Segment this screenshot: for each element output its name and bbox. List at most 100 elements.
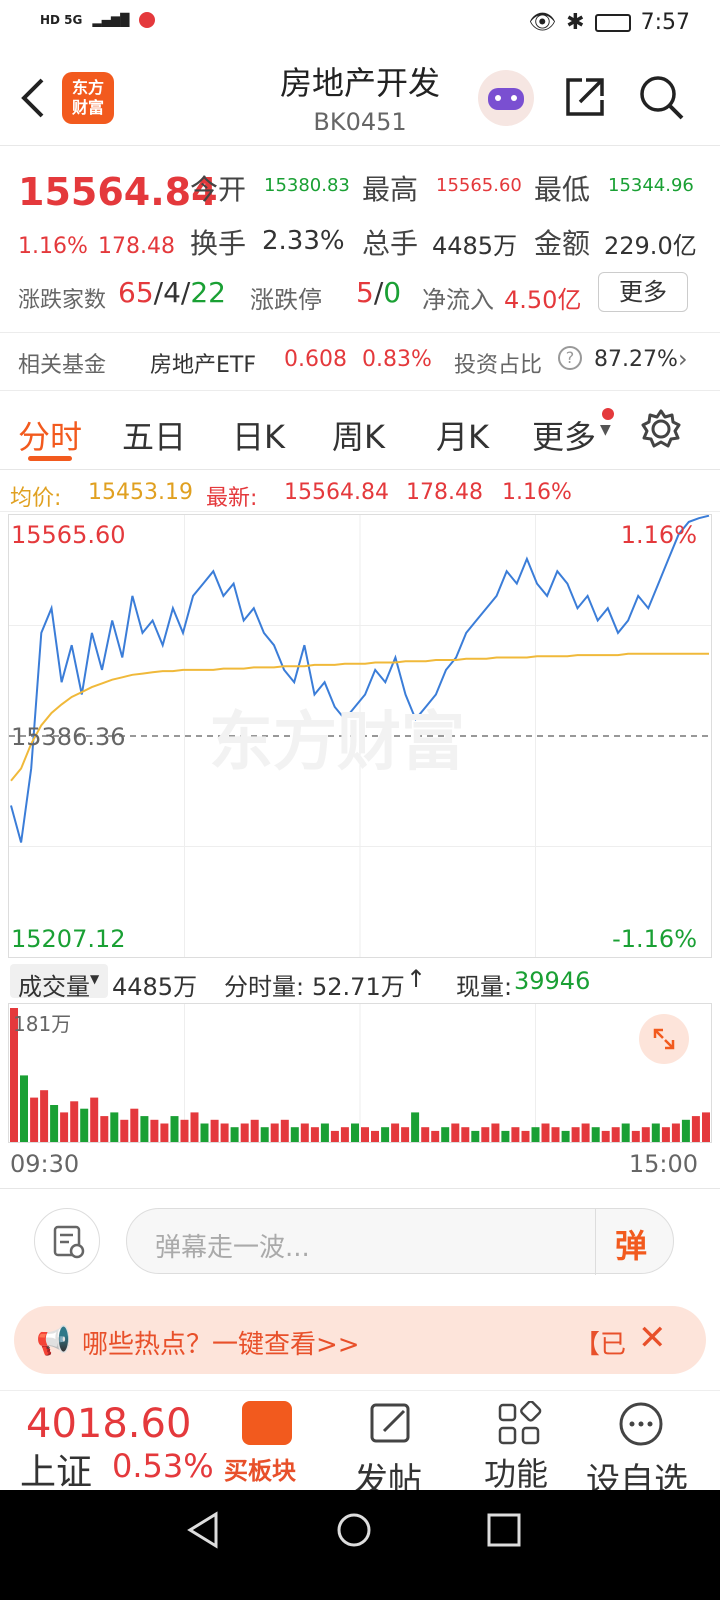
fund-price: 0.608 [284,347,347,372]
netflow-value: 4.50亿 [504,286,582,314]
tab-more[interactable]: 更多 [532,412,596,458]
volume-bar [591,1127,600,1142]
low-label: 最低 [534,173,591,206]
tab-daily-k[interactable]: 日K [232,412,285,458]
turnover-label: 换手 [190,227,247,260]
active-tab-indicator [28,456,72,461]
volume-bar [671,1123,680,1142]
volume-bar [200,1123,209,1142]
volume-bar [631,1130,640,1142]
volume-bar [330,1130,339,1142]
volume-bar [210,1119,219,1142]
volume-bar [240,1123,249,1142]
current-volume: 39946 [514,967,591,995]
nav-back-icon[interactable] [184,1510,224,1550]
dropdown-arrow-icon: ▼ [600,422,611,438]
fund-ratio: 87.27% [594,347,678,372]
new-dot [602,408,614,420]
input-divider [595,1209,596,1275]
turnover-value: 2.33% [262,226,345,256]
volume-bar [190,1112,199,1142]
fund-pct: 0.83% [362,347,432,372]
up-count: 65 [118,276,154,309]
tab-intraday[interactable]: 分时 [18,412,82,458]
volume-bar [300,1123,309,1142]
volume-bar [411,1112,420,1142]
tab-five-day[interactable]: 五日 [122,412,186,458]
search-icon[interactable] [638,74,686,122]
intraday-price-chart[interactable]: 东方财富 15565.60 1.16% 15386.36 15207.12 -1… [8,514,712,958]
intraday-info-row: 均价: 15453.19 最新: 15564.84 178.48 1.16% [0,472,720,512]
volume-bar [431,1130,440,1142]
more-button[interactable]: 更多 [598,272,688,312]
latest-label: 最新: [206,486,258,511]
volume-bar [381,1127,390,1142]
volume-bar [501,1130,510,1142]
header: 东方 财富 房地产开发 BK0451 [0,50,720,146]
eye-icon: 👁 [528,10,557,35]
quote-panel: 15564.84 1.16% 178.48 今开 15380.83 最高 155… [0,148,720,333]
chevron-right-icon[interactable]: › [678,345,688,373]
volume-max-label: 181万 [13,1012,72,1036]
y-mid-label: 15386.36 [11,723,126,751]
close-icon[interactable]: ✕ [638,1318,667,1358]
danmaku-send-button[interactable]: 弹 [615,1221,647,1267]
volume-bar [40,1090,49,1142]
change-amount: 178.48 [98,234,175,259]
volume-bar [581,1123,590,1142]
tab-weekly-k[interactable]: 周K [332,412,385,458]
help-icon[interactable]: ? [558,346,582,370]
volume-selector[interactable]: 成交量 ▼ [10,964,108,1001]
status-left: HD 5G ▂▄▆█ [40,12,156,28]
bottom-nav: 4018.60 上证 0.53% 买板块 发帖 功能 设自选 [0,1390,720,1501]
fund-name[interactable]: 房地产ETF [150,347,256,379]
volume-bar [531,1127,540,1142]
open-label: 今开 [190,173,247,206]
post-button[interactable]: 发帖 [350,1397,440,1501]
volume-bar [351,1123,359,1142]
limit-counts: 5/0 [356,276,402,309]
index-ticker[interactable]: 4018.60 上证 0.53% [0,1391,214,1493]
comment-settings-icon[interactable] [34,1208,100,1274]
watermark: 东方财富 [209,706,465,780]
settings-gear-icon[interactable] [640,408,682,450]
function-button[interactable]: 功能 [480,1397,570,1493]
related-fund-row[interactable]: 相关基金 房地产ETF 0.608 0.83% 投资占比 ? 87.27% › [0,333,720,391]
volume-bar [651,1123,660,1142]
volume-bar [611,1127,620,1142]
add-watchlist-button[interactable]: 设自选 [584,1397,714,1501]
battery-icon [594,13,631,32]
buy-sector-button[interactable]: 买板块 [224,1397,314,1487]
volume-bar [150,1119,159,1142]
volume-bar [80,1108,89,1142]
banner-text: 哪些热点？一键查看>> [82,1330,360,1360]
signal-icon: ▂▄▆█ [92,13,130,27]
buy-label: 买板块 [224,1457,296,1485]
volume-bar [391,1123,400,1142]
expand-icon[interactable] [639,1014,689,1064]
hot-topics-banner[interactable]: 📢 哪些热点？一键查看>> 【已 ✕ [14,1306,706,1374]
volume-bar [30,1097,39,1142]
comment-bar: 弹幕走一波... 弹 [0,1208,720,1278]
share-icon[interactable] [562,74,608,120]
comment-placeholder: 弹幕走一波... [155,1233,310,1263]
volume-chart[interactable]: 181万 [8,1003,712,1143]
netflow-label: 净流入 [422,286,494,314]
volume-bar [90,1097,99,1142]
volume-chart-svg [10,1004,710,1142]
amount-value: 229.0亿 [604,232,697,260]
robot-assistant-icon[interactable] [478,70,534,126]
comment-input[interactable]: 弹幕走一波... 弹 [126,1208,674,1275]
status-time: 7:57 [640,10,690,35]
index-pct: 0.53% [112,1447,214,1485]
index-name: 上证 [20,1452,93,1493]
volume-selector-label: 成交量 [18,973,90,1001]
volume-bar [20,1075,28,1142]
nav-home-icon[interactable] [334,1510,374,1550]
volume-bar [681,1119,690,1142]
volume-bar [230,1127,239,1142]
volume-bar [641,1127,650,1142]
tab-monthly-k[interactable]: 月K [436,412,489,458]
low-value: 15344.96 [608,175,694,196]
nav-recents-icon[interactable] [484,1510,524,1550]
